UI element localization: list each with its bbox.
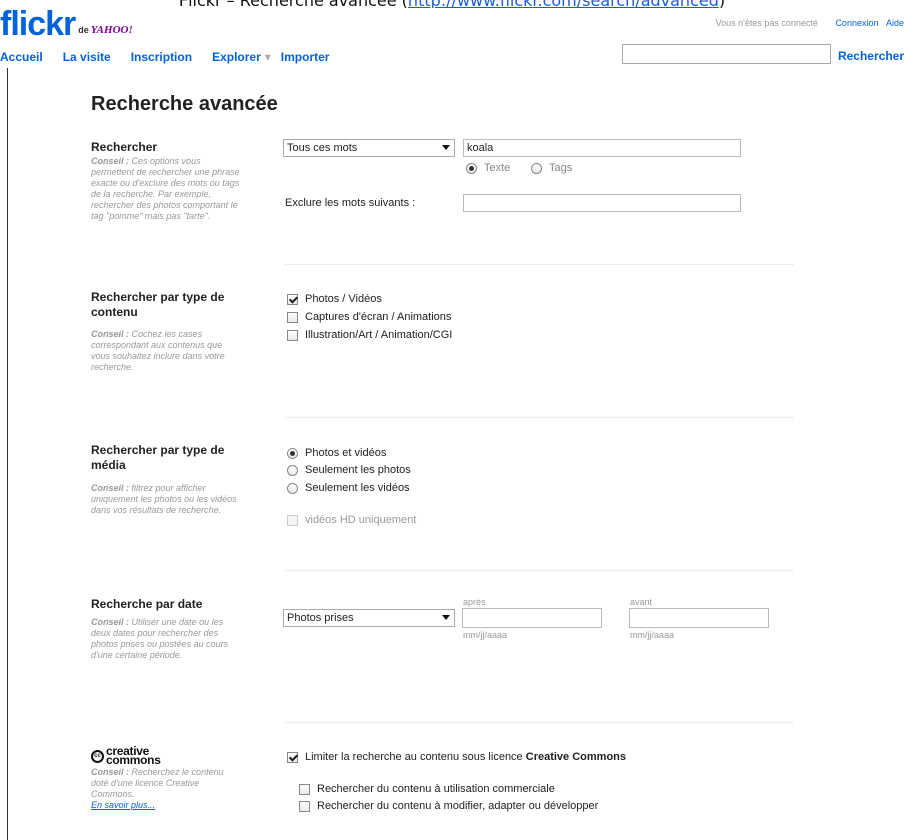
content-photos-checkbox[interactable]: Photos / Vidéos [287,292,382,306]
media-radio-all[interactable]: Photos et vidéos [287,446,386,460]
media-type-tip: Conseil : filtrez pour afficher uniqueme… [91,483,237,515]
login-status: Vous n'êtes pas connecté [715,18,818,28]
checkbox-icon [287,329,298,341]
checkbox-icon [299,783,310,795]
flickr-logo[interactable]: flickr de YAHOO! [0,5,133,43]
date-title: Recherche par date [91,597,203,611]
cc-modify-checkbox[interactable]: Rechercher du contenu à modifier, adapte… [299,799,598,813]
scope-radio-tags[interactable]: Tags [531,161,572,175]
checkbox-icon [287,514,298,526]
exclude-label: Exclure les mots suivants : [285,197,416,209]
creative-commons-logo: cc creative commons [91,745,161,766]
cc-limit-checkbox[interactable]: Limiter la recherche au contenu sous lic… [287,750,626,764]
cc-tip: Conseil : Recherchez le contenu doté d'u… [91,767,224,810]
media-type-title: Rechercher par type de média [91,443,225,472]
content-screenshots-checkbox[interactable]: Captures d'écran / Animations [287,310,451,324]
content-type-tip: Conseil : Cochez les cases correspondant… [91,329,225,372]
search-query-input[interactable]: koala [463,139,741,157]
explore-dropdown-icon[interactable]: ▾ [265,50,271,64]
radio-icon [287,447,298,459]
section-divider [285,417,793,418]
header-search-button[interactable]: Rechercher [838,49,904,63]
content-type-title: Rechercher par type de contenu [91,290,225,319]
flickr-wordmark: flickr [0,5,76,43]
checkbox-icon [287,311,298,323]
search-mode-select[interactable]: Tous ces mots [283,139,455,157]
scope-radio-text[interactable]: Texte [466,161,510,175]
date-before-input[interactable] [629,608,769,628]
media-radio-photos[interactable]: Seulement les photos [287,463,411,477]
nav-explore[interactable]: Explorer ▾ [212,50,275,64]
checkbox-icon [287,751,298,763]
cc-learn-more-link[interactable]: En savoir plus... [91,800,155,810]
section-divider [285,570,793,571]
search-section-title: Rechercher [91,140,158,154]
nav-home[interactable]: Accueil [0,50,43,64]
nav-signup[interactable]: Inscription [131,50,192,64]
creative-commons-icon: cc [91,749,104,763]
search-tip: Conseil : Ces options vous permettent de… [91,156,240,221]
section-divider [285,264,793,265]
help-link[interactable]: Aide [886,18,904,28]
date-after-input[interactable] [462,608,602,628]
checkbox-icon [287,293,298,305]
exclude-input[interactable] [463,194,741,212]
after-format-hint: mm/jj/aaaa [463,630,508,640]
nav-tour[interactable]: La visite [63,50,111,64]
dropdown-arrow-icon [442,145,450,150]
content-illustration-checkbox[interactable]: Illustration/Art / Animation/CGI [287,328,452,342]
before-format-hint: mm/jj/aaaa [630,630,675,640]
before-label: avant [630,597,653,607]
checkbox-icon [299,800,310,812]
login-link[interactable]: Connexion [835,18,878,28]
media-radio-videos[interactable]: Seulement les vidéos [287,481,410,495]
radio-icon [466,162,477,174]
section-divider [285,722,793,723]
dropdown-arrow-icon [442,615,450,620]
image-caption: Flickr – Recherche avancée (http://www.f… [0,0,904,8]
main-nav: Accueil La visite Inscription Explorer ▾… [0,49,349,65]
header-search-input[interactable] [622,44,831,64]
date-mode-select[interactable]: Photos prises [283,609,455,627]
page-title: Recherche avancée [91,93,278,115]
radio-icon [531,162,542,174]
caption-link[interactable]: http://www.flickr.com/search/advanced [408,0,719,8]
radio-icon [287,482,298,494]
yahoo-logo: YAHOO! [90,24,133,36]
radio-icon [287,464,298,476]
cc-commercial-checkbox[interactable]: Rechercher du contenu à utilisation comm… [299,782,555,796]
after-label: après [463,597,486,607]
nav-upload[interactable]: Importer [281,50,330,64]
account-links: Vous n'êtes pas connecté Connexion Aide [716,18,904,28]
date-tip: Conseil : Utiliser une date ou les deux … [91,617,229,660]
hd-videos-checkbox[interactable]: vidéos HD uniquement [287,513,416,527]
